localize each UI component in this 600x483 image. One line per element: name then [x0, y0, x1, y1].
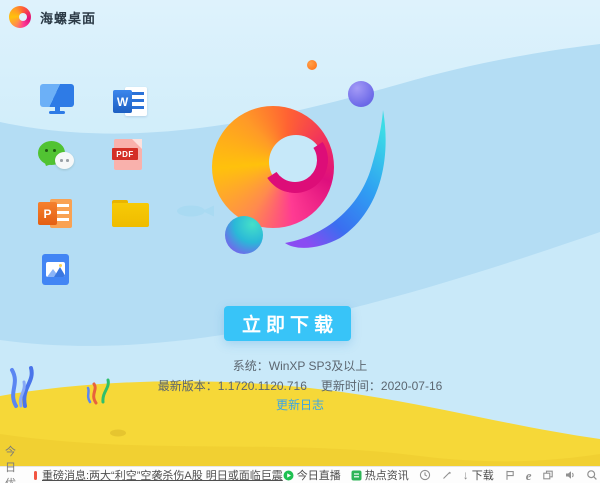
hot-news-label: 热点资讯 — [365, 467, 409, 483]
news-headline-link[interactable]: 重磅消息:两大“利空”空袭杀伤A股 明日或面临巨震 — [42, 467, 283, 483]
picture-sun — [59, 264, 62, 267]
version-label: 最新版本： — [158, 379, 218, 393]
version-value: 1.1720.1120.716 — [218, 379, 307, 393]
live-item[interactable]: 今日直播 — [283, 467, 341, 483]
live-label: 今日直播 — [297, 467, 341, 483]
updated-value: 2020-07-16 — [381, 379, 442, 393]
picture-icon[interactable] — [42, 254, 69, 285]
updated-label: 更新时间： — [321, 379, 381, 393]
powerpoint-icon[interactable]: P — [38, 199, 72, 230]
wechat-icon[interactable] — [38, 141, 76, 174]
monitor-base — [49, 111, 65, 114]
featured-label: 今日优选 — [5, 443, 21, 483]
window-icon[interactable] — [542, 469, 554, 481]
history-clock-icon[interactable] — [419, 469, 431, 481]
folder-body — [112, 203, 149, 227]
zoom-item[interactable]: 100% — [586, 469, 600, 481]
picture-frame — [46, 262, 65, 277]
system-value: WinXP SP3及以上 — [269, 359, 367, 373]
hot-news-item[interactable]: 热点资讯 — [351, 467, 409, 483]
brand: 海螺桌面 — [9, 6, 96, 28]
pdf-label: PDF — [112, 148, 138, 160]
download-now-button[interactable]: 立即下载 — [224, 306, 351, 341]
download-arrow-icon: ↓ — [463, 470, 469, 481]
changelog-link[interactable]: 更新日志 — [0, 396, 600, 413]
system-requirement-line: 系统：WinXP SP3及以上 — [0, 357, 600, 374]
flag-icon[interactable] — [504, 469, 516, 481]
conch-logo-icon — [9, 6, 31, 28]
word-document-icon[interactable]: W — [113, 87, 147, 118]
statusbar-left: 今日优选 重磅消息:两大“利空”空袭杀伤A股 明日或面临巨震 — [0, 467, 283, 483]
ie-compat-icon[interactable]: e — [526, 470, 532, 481]
sand-pebble — [110, 430, 126, 437]
pdf-icon[interactable]: PDF — [114, 139, 142, 170]
wechat-small-bubble — [55, 152, 74, 169]
download-label: 下载 — [472, 467, 494, 483]
fish-silhouette — [176, 203, 216, 219]
statusbar-right: 今日直播 热点资讯 ↓ — [283, 467, 600, 483]
computer-icon[interactable] — [40, 84, 74, 115]
ppt-text-lines — [56, 204, 69, 223]
magnifier-icon — [586, 469, 598, 481]
picture-mountain-dark — [54, 267, 65, 277]
word-text-lines — [131, 92, 144, 111]
speaker-icon[interactable] — [564, 469, 576, 481]
download-item[interactable]: ↓ 下载 — [463, 467, 494, 483]
system-label: 系统： — [233, 359, 269, 373]
download-landing-page: 海螺桌面 W PDF P — [0, 0, 600, 483]
purple-ball-decoration — [348, 81, 374, 107]
teal-ball-decoration — [225, 216, 263, 254]
folder-icon[interactable] — [112, 200, 149, 227]
monitor-screen — [40, 84, 74, 107]
app-title: 海螺桌面 — [40, 8, 96, 27]
word-letter: W — [113, 90, 132, 113]
statusbar: 今日优选 重磅消息:两大“利空”空袭杀伤A股 明日或面临巨震 今日直播 热点资讯 — [0, 466, 600, 483]
live-play-icon — [283, 470, 294, 481]
version-line: 最新版本：1.1720.1120.716 更新时间：2020-07-16 — [0, 377, 600, 394]
hot-news-icon — [351, 470, 362, 481]
pen-icon[interactable] — [441, 469, 453, 481]
hot-badge-icon — [34, 471, 37, 480]
orange-dot-decoration — [307, 60, 317, 70]
ppt-letter: P — [38, 202, 57, 225]
